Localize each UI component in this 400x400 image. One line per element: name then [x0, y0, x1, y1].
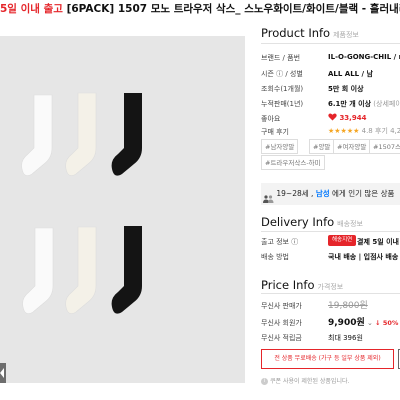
ship-method-value: 국내 배송 | 입점사 배송: [328, 253, 399, 261]
sock-black-bottom: [111, 226, 142, 314]
views-value: 5만 회 이상: [328, 85, 364, 93]
discount-rate: ↓ 50%: [375, 319, 399, 327]
prev-image-arrow-icon[interactable]: [0, 363, 6, 383]
delivery-info-heading: Delivery Info 배송정보: [261, 215, 363, 229]
tag-item[interactable]: #양말: [309, 139, 335, 154]
ship-info-label: 출고 정보 ⓘ: [261, 238, 299, 246]
stat-note: (상세페이지: [373, 100, 400, 108]
reward-label: 무신사 적립금: [261, 334, 302, 342]
reward-value: 최대 396원: [328, 334, 363, 342]
views-label: 조회수(1개월): [261, 85, 304, 93]
heart-icon[interactable]: [328, 113, 339, 122]
divider: [261, 231, 400, 232]
season-value: ALL ALL / 남: [328, 70, 373, 78]
product-image[interactable]: [0, 36, 245, 383]
tag-item[interactable]: #트라우저삭스-하미: [261, 155, 325, 170]
member-gender: 남성: [315, 189, 330, 198]
tag-item[interactable]: #1507스타: [369, 139, 400, 154]
sale-price-value: 19,800원: [328, 301, 368, 311]
product-info-panel: Product Info 제품정보 브랜드 / 품번 IL-O-GONG-CHIL…: [261, 0, 400, 400]
sock-white-top: [21, 94, 53, 176]
ship-method-label: 배송 방법: [261, 253, 289, 261]
people-icon: [263, 190, 274, 203]
tag-item[interactable]: #여자양말: [333, 139, 371, 154]
tag-item[interactable]: #남자양말: [261, 139, 299, 154]
member-price-label: 무신사 회원가: [261, 319, 302, 327]
sock-white-bottom: [22, 227, 54, 314]
review-label: 구매 후기: [261, 128, 289, 136]
divider: [261, 43, 400, 44]
chevron-down-icon[interactable]: ⌄: [367, 319, 373, 327]
review-value[interactable]: ★★★★★ 4.8 후기 4,2: [328, 126, 400, 136]
likes-label: 좋아요: [261, 115, 281, 123]
socks-illustration: [21, 92, 142, 314]
brand-value[interactable]: IL-O-GONG-CHIL / m: [328, 53, 400, 61]
coupon-note: i 쿠폰 사용이 제한된 상품입니다.: [261, 376, 349, 385]
product-info-heading: Product Info 제품정보: [261, 26, 359, 40]
member-popularity: 19~28세 , 남성 에게 인기 많은 상품: [261, 183, 400, 205]
ship-delay-badge: 해송지연: [328, 235, 357, 246]
price-info-heading: Price Info 가격정보: [261, 278, 344, 292]
sock-black-top: [111, 93, 142, 176]
review-count: 후기 4,2: [375, 127, 400, 135]
rating-score: 4.8: [361, 127, 373, 135]
free-shipping-button[interactable]: 전 상품 무료배송 (가구 등 일부 상품 제외): [261, 349, 394, 369]
sock-offwhite-top: [65, 92, 97, 176]
member-price-value[interactable]: 9,900원 ⌄ ↓ 50%: [328, 315, 398, 328]
sale-price-label: 무신사 판매가: [261, 302, 302, 310]
brand-label: 브랜드 / 품번: [261, 54, 301, 62]
sock-offwhite-bottom: [65, 226, 97, 314]
ship-info-value: 결제 5일 이내: [357, 238, 399, 246]
divider: [261, 293, 400, 294]
likes-value[interactable]: 33,944: [328, 113, 366, 122]
rating-stars: ★★★★★: [328, 127, 360, 135]
sales-label: 누적판매(1년): [261, 100, 304, 108]
season-label: 시즌 ⓘ / 성별: [261, 70, 303, 78]
info-icon: i: [261, 378, 268, 385]
sales-value: 6.1만 개 이상 (상세페이지: [328, 99, 400, 109]
title-promo: 5일 이내 출고: [0, 3, 63, 15]
